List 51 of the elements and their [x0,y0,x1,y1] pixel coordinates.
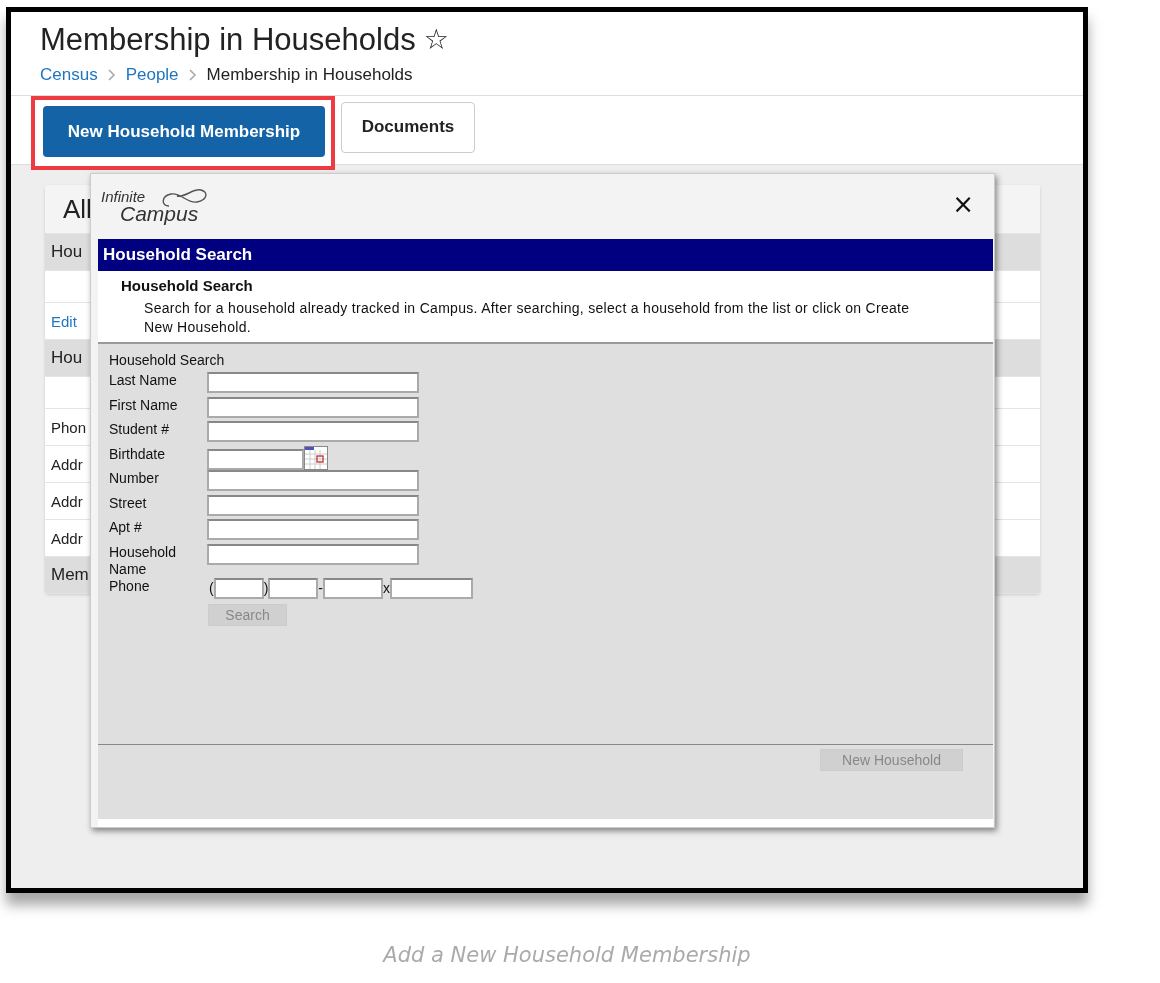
section-header: Hou [51,348,83,368]
row-label: Addr [51,492,83,510]
breadcrumb-link[interactable]: People [125,65,179,85]
input-field[interactable] [207,543,419,565]
field-label: First Name [109,396,179,414]
calendar-icon[interactable] [304,445,328,470]
figure-caption: Add a New Household Membership [381,943,752,967]
card-title: All [62,193,92,225]
phone-field[interactable] [268,577,319,599]
field-label: Student # [109,421,170,438]
section-title: Household Search [121,277,254,294]
field-label: Street [109,494,148,512]
description: Search for a household already tracked in Campus. After searching, select a household from the list or click on Create New Household. [143,299,911,337]
section-header: Mem [51,565,89,585]
toolbar-button[interactable]: New Household Membership [43,106,325,157]
input-field[interactable] [207,470,419,491]
phone-separator: ) [263,580,269,596]
field-label: Last Name [109,372,178,389]
field-label: Household Name [109,543,177,578]
section-header: Hou [51,242,83,262]
input-field[interactable] [207,494,419,516]
chevron-icon [107,69,116,81]
field-label: Number [109,470,160,487]
row-label: Addr [51,455,83,473]
field-label: Apt # [109,519,143,536]
date-field[interactable] [207,448,304,470]
page-title: Membership in Households [40,22,416,58]
breadcrumb-link[interactable]: Census [40,65,98,85]
close-button[interactable]: × [952,189,974,219]
toolbar-button[interactable]: Documents [341,101,475,153]
phone-separator: ( [209,580,214,596]
row-label: Phon [51,418,87,436]
chevron-icon [188,69,197,81]
phone-separator: x [383,580,390,596]
field-label: Birthdate [109,445,167,463]
phone-field[interactable] [213,577,264,599]
field-label: Phone [109,577,151,595]
input-field[interactable] [207,396,419,418]
phone-field[interactable] [390,577,473,599]
input-field[interactable] [207,421,419,442]
favorite-star-icon[interactable]: ☆ [423,25,449,55]
edit-link[interactable]: Edit [51,312,77,330]
dialog-title: Household Search [103,245,253,265]
form-heading: Household Search [109,352,226,368]
row-label: Addr [51,529,83,547]
input-field[interactable] [207,372,419,393]
phone-field[interactable] [323,577,383,599]
breadcrumb-current: Membership in Households [206,65,413,85]
input-field[interactable] [207,519,419,540]
phone-separator: - [318,580,323,596]
logo: Infinite Campus [101,182,216,226]
